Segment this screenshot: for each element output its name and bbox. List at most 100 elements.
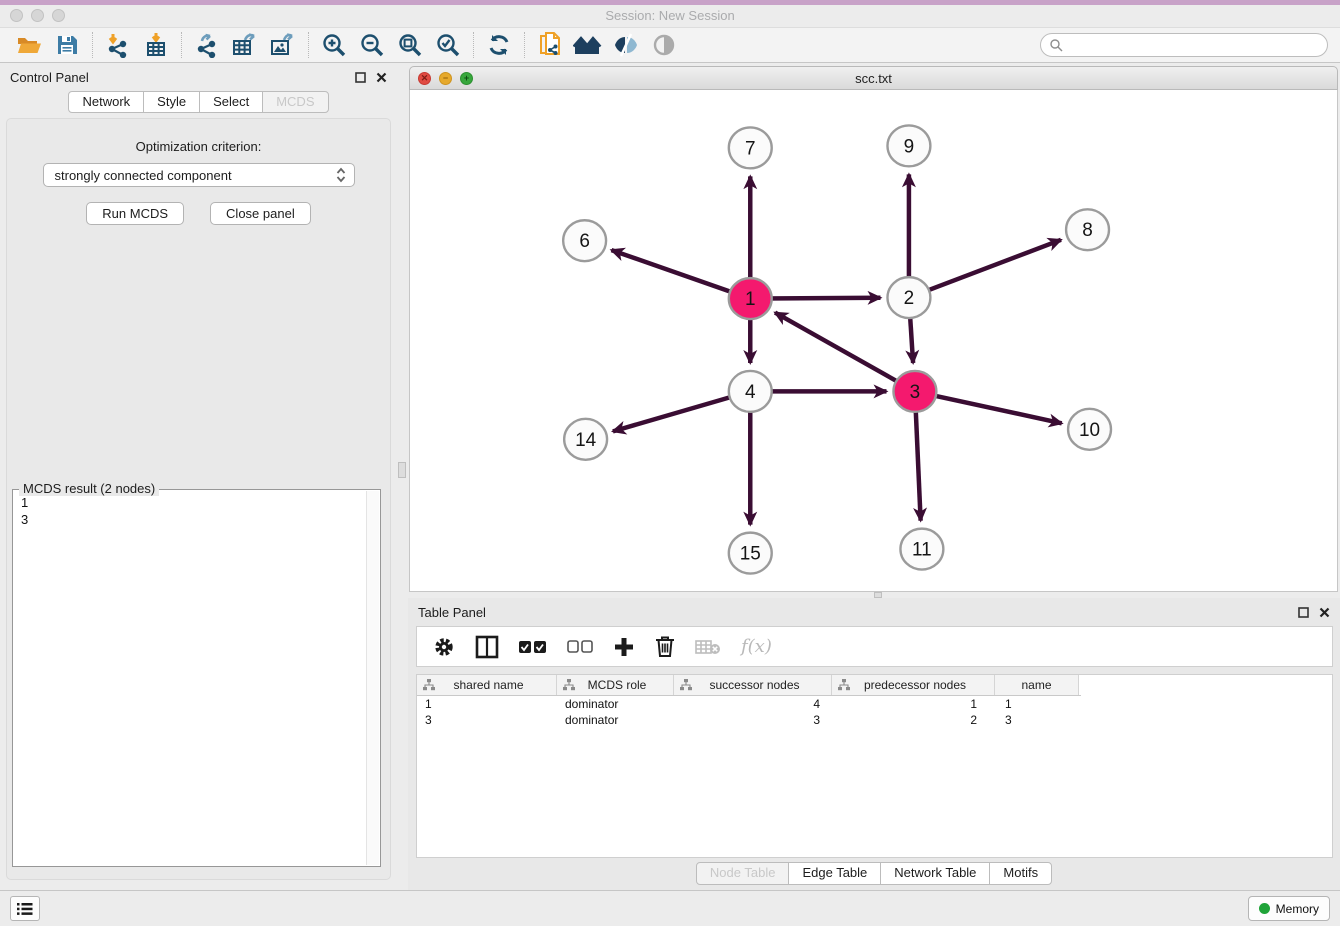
export-image-icon[interactable]: [264, 30, 302, 60]
main-area: Control Panel NetworkStyleSelectMCDS Opt…: [0, 63, 1340, 890]
graph-node-15[interactable]: 15: [729, 533, 772, 574]
graph-node-1[interactable]: 1: [729, 278, 772, 319]
apply-layout-icon[interactable]: [480, 30, 518, 60]
cell-name[interactable]: 3: [995, 713, 1079, 727]
column-header-predecessor-nodes[interactable]: predecessor nodes: [832, 675, 995, 695]
cell-name[interactable]: 1: [995, 697, 1079, 711]
import-table-icon[interactable]: [137, 30, 175, 60]
task-history-button[interactable]: [10, 896, 40, 921]
svg-text:10: 10: [1079, 420, 1100, 441]
run-mcds-button[interactable]: Run MCDS: [86, 202, 184, 225]
graph-node-11[interactable]: 11: [900, 529, 943, 570]
clear-all-checkboxes-icon[interactable]: [567, 640, 593, 653]
save-session-icon[interactable]: [48, 30, 86, 60]
svg-text:3: 3: [910, 382, 921, 403]
vertical-splitter-grip[interactable]: [398, 462, 406, 478]
close-table-panel-icon[interactable]: [1319, 607, 1330, 618]
export-network-icon[interactable]: [188, 30, 226, 60]
cell-shared-name[interactable]: 1: [417, 697, 557, 711]
tab-mcds[interactable]: MCDS: [262, 91, 328, 113]
float-table-panel-icon[interactable]: [1298, 607, 1309, 618]
column-header-successor-nodes[interactable]: successor nodes: [674, 675, 832, 695]
network-close-button[interactable]: ✕: [418, 72, 431, 85]
export-table-icon[interactable]: [226, 30, 264, 60]
mcds-panel: Optimization criterion: strongly connect…: [6, 118, 391, 880]
tab-network-table[interactable]: Network Table: [880, 862, 990, 885]
close-panel-button[interactable]: Close panel: [210, 202, 311, 225]
tab-motifs[interactable]: Motifs: [989, 862, 1052, 885]
cell-MCDS-role[interactable]: dominator: [557, 697, 674, 711]
cell-successor-nodes[interactable]: 3: [674, 713, 832, 727]
new-network-from-selection-icon[interactable]: [531, 30, 569, 60]
zoom-in-icon[interactable]: [315, 30, 353, 60]
tab-network[interactable]: Network: [68, 91, 144, 113]
float-panel-icon[interactable]: [355, 72, 366, 83]
memory-button[interactable]: Memory: [1248, 896, 1330, 921]
network-canvas[interactable]: 7 9 6 8 1 2 4 3 14 10 15 11: [409, 90, 1338, 592]
delete-column-icon[interactable]: [655, 635, 675, 658]
cell-shared-name[interactable]: 3: [417, 713, 557, 727]
column-header-shared-name[interactable]: shared name: [417, 675, 557, 695]
table-header-row: shared nameMCDS rolesuccessor nodesprede…: [417, 675, 1081, 696]
zoom-selected-icon[interactable]: [429, 30, 467, 60]
open-session-icon[interactable]: [10, 30, 48, 60]
network-window-titlebar[interactable]: ✕ − + scc.txt: [409, 66, 1338, 90]
search-input[interactable]: [1064, 36, 1327, 54]
control-panel-tabs: NetworkStyleSelectMCDS: [0, 91, 397, 113]
table-row[interactable]: 3dominator323: [417, 712, 1332, 728]
graph-node-3[interactable]: 3: [893, 371, 936, 412]
chevron-updown-icon: [336, 167, 346, 183]
network-minimize-button[interactable]: −: [439, 72, 452, 85]
cell-successor-nodes[interactable]: 4: [674, 697, 832, 711]
show-all-icon[interactable]: [645, 30, 683, 60]
function-builder-icon[interactable]: f(x): [741, 636, 772, 657]
tab-node-table[interactable]: Node Table: [696, 862, 790, 885]
zoom-fit-icon[interactable]: [391, 30, 429, 60]
add-column-icon[interactable]: [613, 636, 635, 658]
edge-2-8[interactable]: [909, 240, 1061, 298]
import-network-icon[interactable]: [99, 30, 137, 60]
hide-selection-icon[interactable]: [607, 30, 645, 60]
graph-node-10[interactable]: 10: [1068, 409, 1111, 450]
delete-table-icon[interactable]: [695, 638, 721, 656]
edge-3-1[interactable]: [775, 313, 915, 392]
cell-predecessor-nodes[interactable]: 2: [832, 713, 995, 727]
network-view-window: ✕ − + scc.txt 7 9 6 8 1 2 4 3 14 10 15 11: [409, 66, 1338, 592]
cell-predecessor-nodes[interactable]: 1: [832, 697, 995, 711]
show-columns-icon[interactable]: [475, 635, 499, 659]
app-window: Session: New Session: [0, 0, 1340, 926]
column-header-MCDS-role[interactable]: MCDS role: [557, 675, 674, 695]
graph-node-7[interactable]: 7: [729, 127, 772, 168]
memory-label: Memory: [1276, 902, 1319, 916]
table-row[interactable]: 1dominator411: [417, 696, 1332, 712]
graph-node-9[interactable]: 9: [887, 125, 930, 166]
result-scrollbar[interactable]: [366, 491, 379, 865]
cell-MCDS-role[interactable]: dominator: [557, 713, 674, 727]
control-panel: Control Panel NetworkStyleSelectMCDS Opt…: [0, 63, 397, 890]
node-table[interactable]: shared nameMCDS rolesuccessor nodesprede…: [416, 674, 1333, 858]
network-maximize-button[interactable]: +: [460, 72, 473, 85]
window-titlebar: Session: New Session: [0, 5, 1340, 27]
graph-node-8[interactable]: 8: [1066, 209, 1109, 250]
zoom-out-icon[interactable]: [353, 30, 391, 60]
svg-text:2: 2: [904, 288, 915, 309]
graph-node-2[interactable]: 2: [887, 277, 930, 318]
column-header-name[interactable]: name: [995, 675, 1079, 695]
graph-node-4[interactable]: 4: [729, 371, 772, 412]
graph-node-6[interactable]: 6: [563, 220, 606, 261]
criterion-select[interactable]: strongly connected component: [43, 163, 355, 187]
first-neighbors-icon[interactable]: [569, 30, 607, 60]
tab-select[interactable]: Select: [199, 91, 263, 113]
graph-node-14[interactable]: 14: [564, 419, 607, 460]
table-options-icon[interactable]: [433, 636, 455, 658]
fx-label: f(x): [741, 636, 772, 657]
select-all-checkboxes-icon[interactable]: [519, 640, 547, 654]
vertical-splitter: [397, 63, 408, 890]
network-graph: 7 9 6 8 1 2 4 3 14 10 15 11: [410, 90, 1337, 591]
toolbar-separator: [181, 32, 182, 58]
toolbar-separator: [308, 32, 309, 58]
tab-edge-table[interactable]: Edge Table: [788, 862, 881, 885]
tab-style[interactable]: Style: [143, 91, 200, 113]
svg-text:14: 14: [575, 430, 596, 451]
close-panel-icon[interactable]: [376, 72, 387, 83]
